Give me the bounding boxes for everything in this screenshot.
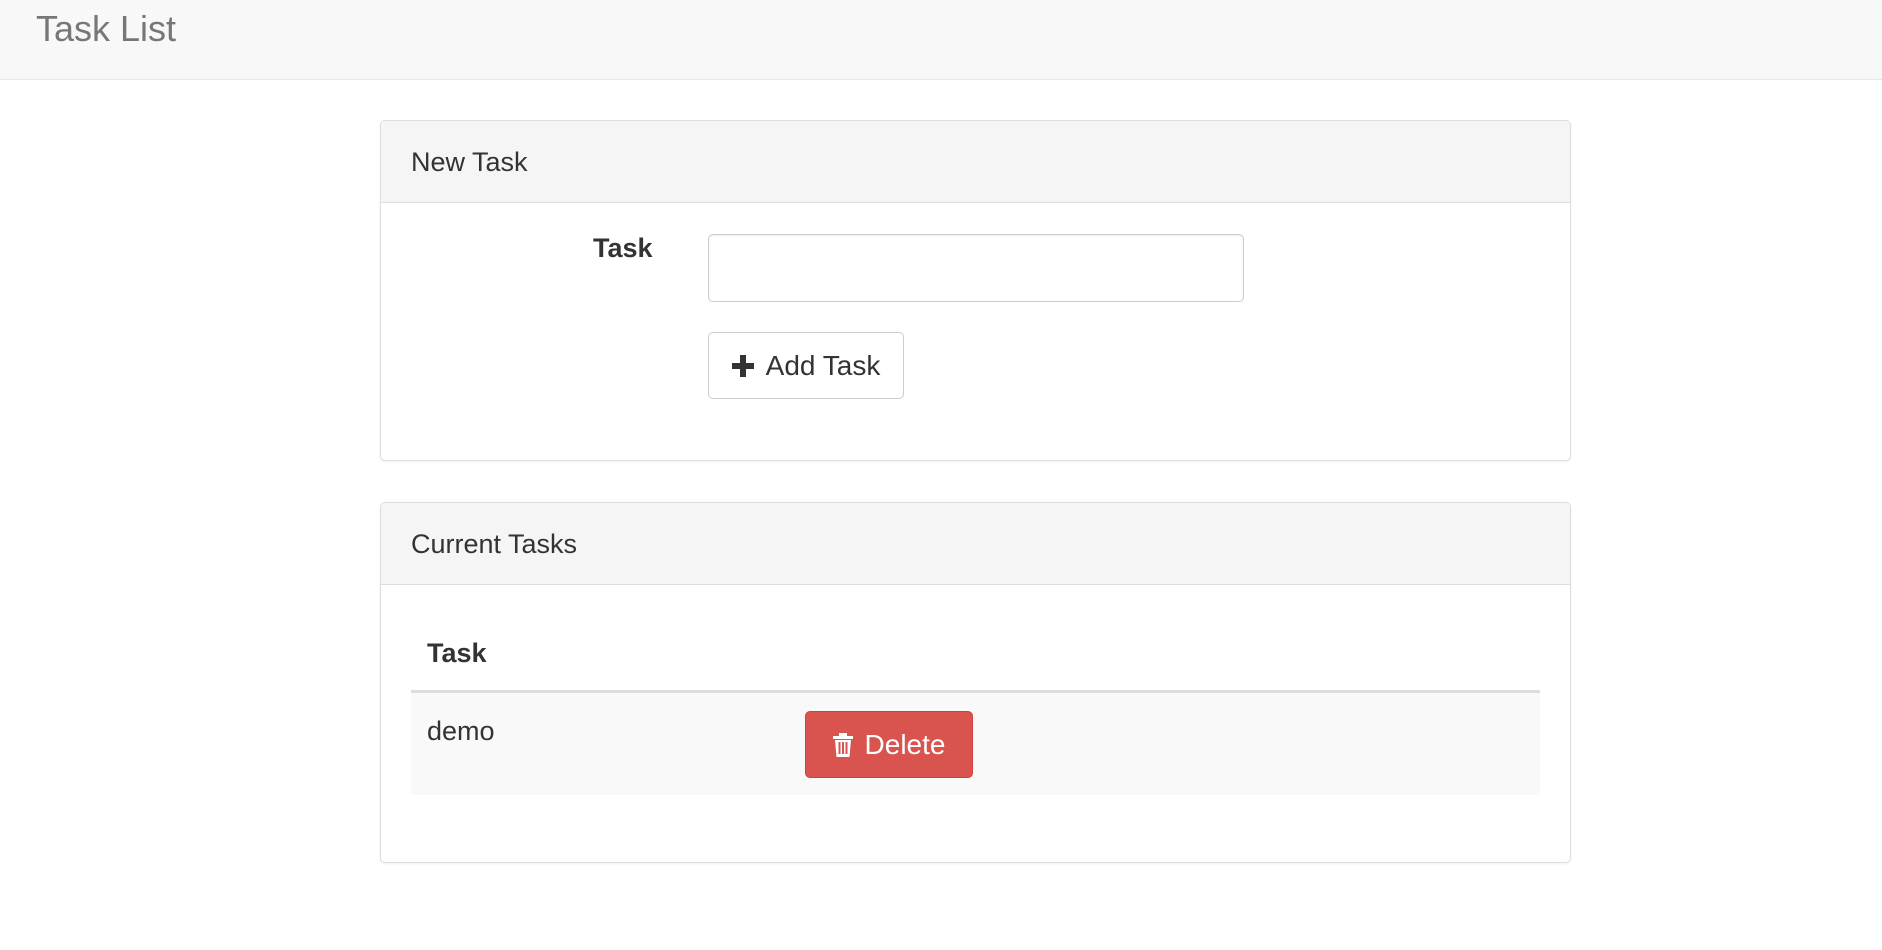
task-column-header: Task [411, 613, 1540, 693]
current-tasks-panel-heading: Current Tasks [381, 503, 1570, 585]
delete-button-label: Delete [864, 728, 946, 760]
plus-icon [731, 354, 754, 377]
task-field-label: Task [593, 233, 653, 263]
top-navbar: Task List [0, 0, 1882, 80]
delete-task-button[interactable]: Delete [805, 711, 973, 778]
task-name-cell: demo [427, 716, 495, 746]
table-row: demo Delete [411, 693, 1540, 795]
app-brand[interactable]: Task List [36, 7, 176, 51]
task-name-input[interactable] [708, 234, 1244, 302]
tasks-table: Task demo Delete [411, 613, 1540, 795]
trash-icon [832, 732, 853, 757]
add-task-button[interactable]: Add Task [708, 332, 904, 399]
add-task-button-label: Add Task [765, 349, 881, 381]
current-tasks-panel: Current Tasks Task demo Delete [380, 502, 1571, 863]
new-task-panel-heading: New Task [381, 121, 1570, 203]
